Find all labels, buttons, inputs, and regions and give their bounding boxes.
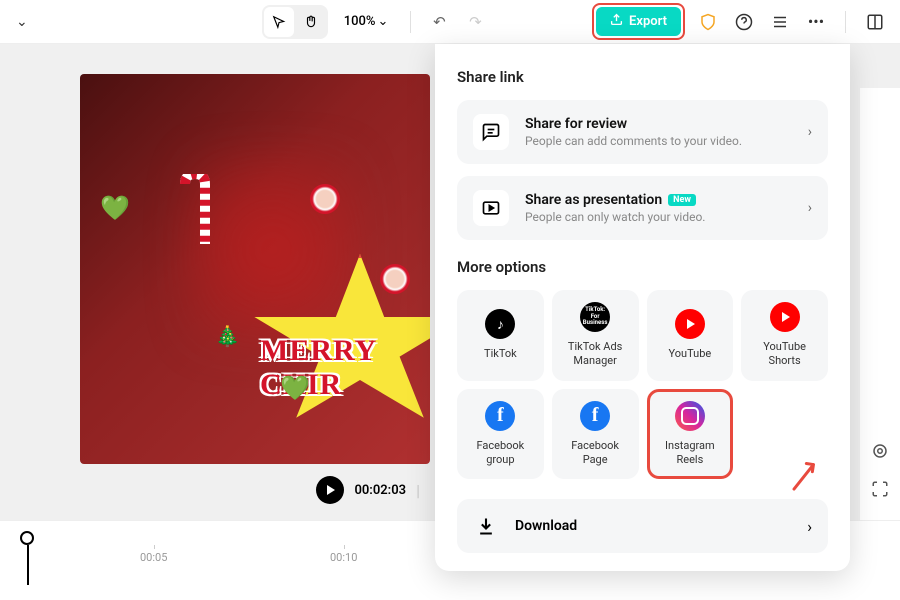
option-tiktok[interactable]: ♪ TikTok	[457, 290, 544, 381]
cursor-tool-icon[interactable]	[264, 7, 294, 37]
chevron-down-icon: ⌄	[377, 14, 388, 29]
crop-icon[interactable]	[869, 440, 891, 462]
toolbar-divider	[410, 11, 411, 33]
tiktok-icon: ♪	[485, 309, 515, 339]
more-options-heading: More options	[457, 258, 828, 276]
option-label: Instagram Reels	[653, 439, 728, 468]
option-label: Facebook Page	[558, 439, 633, 468]
fullscreen-icon[interactable]	[869, 478, 891, 500]
option-youtube-shorts[interactable]: YouTube Shorts	[741, 290, 828, 381]
export-label: Export	[629, 14, 667, 29]
tool-mode-group	[262, 5, 328, 39]
share-review-title: Share for review	[525, 116, 792, 132]
top-toolbar: ⌄ 100% ⌄ ↶ ↷ Export	[0, 0, 900, 44]
tree-sticker-icon: 🎄	[215, 324, 240, 348]
heart-sticker-icon: 💚	[280, 374, 310, 402]
heart-sticker-icon: 💚	[100, 194, 130, 222]
playhead[interactable]	[20, 531, 34, 545]
more-icon[interactable]: •••	[803, 9, 829, 35]
tiktok-ads-icon: TikTok:For Business	[580, 302, 610, 332]
share-for-review-card[interactable]: Share for review People can add comments…	[457, 100, 828, 164]
instagram-icon	[675, 401, 705, 431]
preview-controls: 00:02:03 |	[80, 464, 430, 504]
santa-sticker	[310, 184, 340, 214]
youtube-shorts-icon	[770, 302, 800, 332]
back-chevron-icon[interactable]: ⌄	[12, 10, 32, 34]
option-tiktok-ads[interactable]: TikTok:For Business TikTok Ads Manager	[552, 290, 639, 381]
share-as-presentation-card[interactable]: Share as presentation New People can onl…	[457, 176, 828, 240]
comment-icon	[473, 114, 509, 150]
candy-cane-sticker	[170, 174, 230, 254]
facebook-icon: f	[580, 401, 610, 431]
share-presentation-title: Share as presentation	[525, 192, 662, 208]
current-time: 00:02:03	[354, 483, 406, 498]
option-instagram-reels[interactable]: Instagram Reels	[647, 389, 734, 480]
option-label: TikTok	[484, 347, 517, 361]
video-preview[interactable]: 💚 🎄 MERRY CHIR 💚	[80, 74, 430, 464]
panel-toggle-icon[interactable]	[862, 9, 888, 35]
new-badge: New	[668, 194, 696, 206]
help-icon[interactable]	[731, 9, 757, 35]
chevron-right-icon: ›	[808, 200, 812, 216]
chevron-right-icon: ›	[808, 124, 812, 140]
play-button[interactable]	[316, 476, 344, 504]
option-label: YouTube	[669, 347, 712, 361]
redo-button: ↷	[461, 8, 489, 36]
download-button[interactable]: Download ›	[457, 499, 828, 553]
share-presentation-subtitle: People can only watch your video.	[525, 210, 792, 224]
shield-icon[interactable]	[695, 9, 721, 35]
youtube-icon	[675, 309, 705, 339]
undo-button[interactable]: ↶	[425, 8, 453, 36]
download-label: Download	[515, 518, 791, 534]
santa-sticker	[380, 264, 410, 294]
toolbar-divider	[845, 11, 846, 33]
export-button[interactable]: Export	[596, 7, 681, 36]
hand-tool-icon[interactable]	[296, 7, 326, 37]
zoom-value: 100%	[344, 14, 376, 29]
stack-icon[interactable]	[767, 9, 793, 35]
right-sidebar-tools	[860, 88, 900, 520]
upload-icon	[610, 13, 623, 30]
presentation-icon	[473, 190, 509, 226]
timeline-tick: 00:05	[140, 551, 167, 564]
time-separator: |	[416, 481, 420, 500]
download-icon	[473, 513, 499, 539]
option-facebook-page[interactable]: f Facebook Page	[552, 389, 639, 480]
option-label: TikTok Ads Manager	[558, 340, 633, 369]
export-highlight-annotation: Export	[592, 3, 685, 40]
option-youtube[interactable]: YouTube	[647, 290, 734, 381]
facebook-icon: f	[485, 401, 515, 431]
chevron-right-icon: ›	[807, 517, 812, 536]
zoom-control[interactable]: 100% ⌄	[336, 14, 397, 29]
option-label: Facebook group	[463, 439, 538, 468]
share-link-heading: Share link	[457, 68, 828, 86]
timeline-tick: 00:10	[330, 551, 357, 564]
export-panel: Share link Share for review People can a…	[435, 44, 850, 571]
video-preview-panel: 💚 🎄 MERRY CHIR 💚 00:02:03 |	[80, 74, 430, 514]
option-facebook-group[interactable]: f Facebook group	[457, 389, 544, 480]
share-options-grid: ♪ TikTok TikTok:For Business TikTok Ads …	[457, 290, 828, 479]
share-review-subtitle: People can add comments to your video.	[525, 134, 792, 148]
option-label: YouTube Shorts	[747, 340, 822, 369]
